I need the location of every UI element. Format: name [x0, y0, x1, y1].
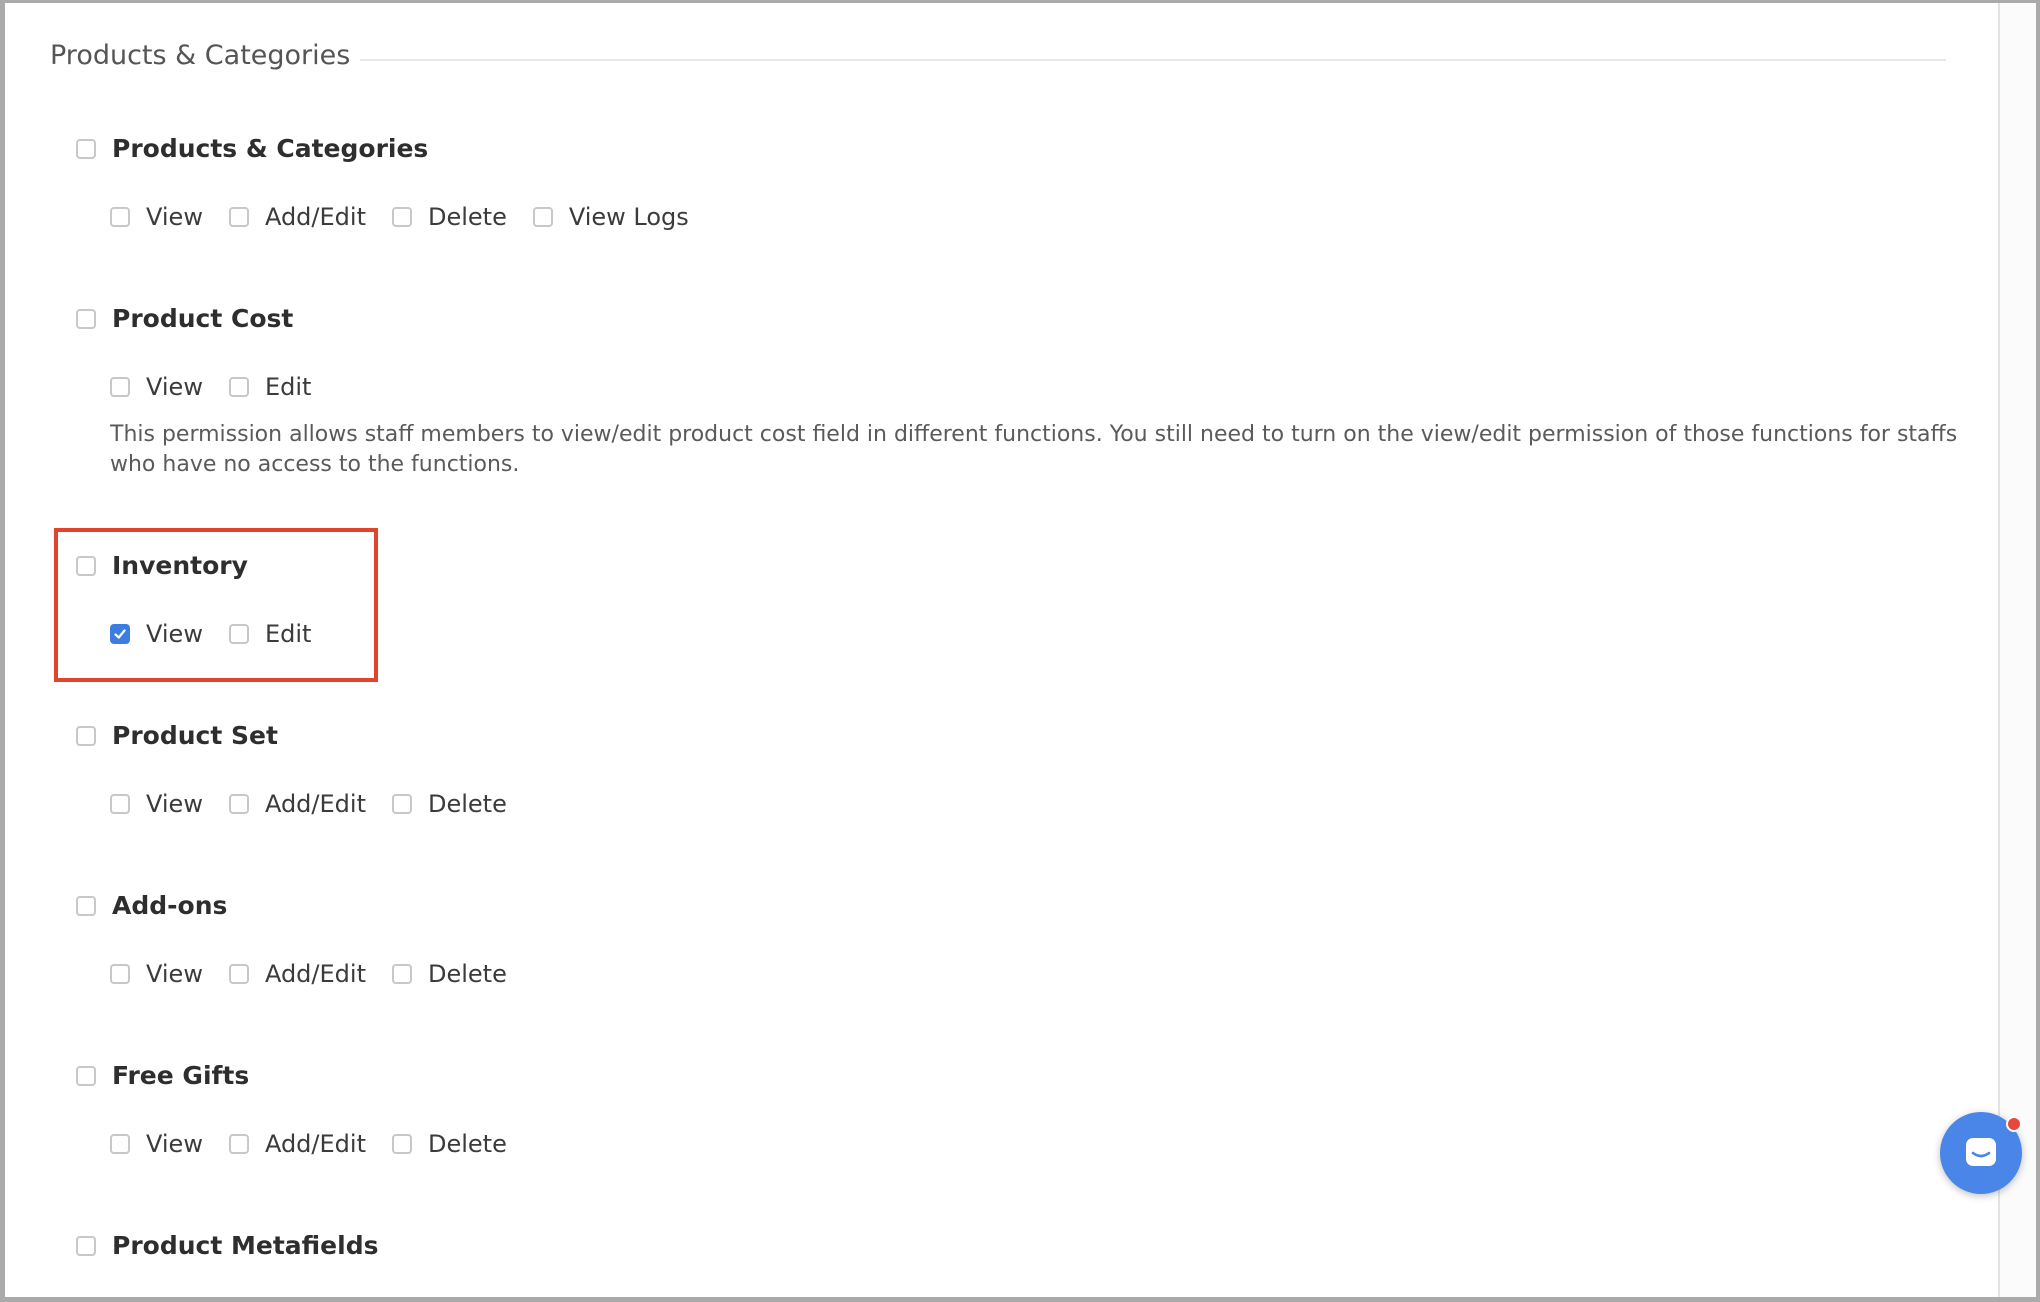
option-checkbox-view-logs[interactable] — [532, 207, 553, 227]
group-checkbox-product-metafields[interactable] — [76, 1235, 96, 1256]
permission-options-inventory: View Edit — [110, 620, 337, 648]
group-checkbox-free-gifts[interactable] — [76, 1065, 96, 1086]
checkmark-icon — [114, 629, 126, 639]
group-checkbox-product-cost[interactable] — [76, 308, 96, 329]
option-view[interactable]: View — [110, 373, 203, 401]
option-label: Delete — [427, 790, 507, 818]
group-label: Add-ons — [112, 891, 228, 920]
option-checkbox-view[interactable] — [110, 1134, 130, 1154]
option-checkbox-delete[interactable] — [391, 794, 412, 814]
permission-group-add-ons: Add-ons — [76, 891, 227, 920]
group-label: Free Gifts — [112, 1061, 250, 1090]
option-checkbox-view[interactable] — [110, 964, 130, 984]
permission-options-product-cost: View Edit — [110, 373, 337, 401]
chat-bubble-icon — [1966, 1138, 1996, 1166]
option-delete[interactable]: Delete — [391, 960, 507, 988]
permission-options-product-set: View Add/Edit Delete — [110, 790, 533, 818]
option-view[interactable]: View — [110, 790, 203, 818]
scrollbar-track[interactable] — [2000, 3, 2036, 1297]
permission-group-inventory: Inventory — [76, 551, 248, 580]
option-delete[interactable]: Delete — [391, 203, 507, 231]
permission-group-product-set: Product Set — [76, 721, 278, 750]
option-label: Delete — [427, 203, 507, 231]
option-checkbox-delete[interactable] — [391, 1134, 412, 1154]
option-label: View — [146, 1130, 203, 1158]
option-edit[interactable]: Edit — [228, 373, 312, 401]
group-checkbox-add-ons[interactable] — [76, 895, 96, 916]
permission-options-add-ons: View Add/Edit Delete — [110, 960, 533, 988]
option-checkbox-view[interactable] — [110, 624, 130, 644]
option-checkbox-add-edit[interactable] — [228, 964, 249, 984]
option-label: Add/Edit — [264, 960, 366, 988]
option-view[interactable]: View — [110, 620, 203, 648]
option-label: Add/Edit — [264, 790, 366, 818]
option-checkbox-view[interactable] — [110, 794, 130, 814]
group-checkbox-product-set[interactable] — [76, 725, 96, 746]
option-add-edit[interactable]: Add/Edit — [228, 203, 366, 231]
option-checkbox-delete[interactable] — [391, 964, 412, 984]
group-label: Product Cost — [112, 304, 294, 333]
permission-group-free-gifts: Free Gifts — [76, 1061, 249, 1090]
group-label: Product Metafields — [112, 1231, 379, 1260]
option-checkbox-view[interactable] — [110, 207, 130, 227]
group-label: Products & Categories — [112, 134, 429, 163]
option-label: Edit — [264, 373, 312, 401]
option-checkbox-add-edit[interactable] — [228, 794, 249, 814]
section-divider — [340, 59, 1946, 61]
option-label: Delete — [427, 1130, 507, 1158]
option-checkbox-view[interactable] — [110, 377, 130, 397]
permission-options-products-categories: View Add/Edit Delete View Logs — [110, 203, 715, 231]
option-checkbox-edit[interactable] — [228, 624, 249, 644]
option-view[interactable]: View — [110, 1130, 203, 1158]
option-label: Add/Edit — [264, 1130, 366, 1158]
option-delete[interactable]: Delete — [391, 790, 507, 818]
option-view[interactable]: View — [110, 960, 203, 988]
option-label: Edit — [264, 620, 312, 648]
option-checkbox-add-edit[interactable] — [228, 207, 249, 227]
permission-note: This permission allows staff members to … — [110, 422, 1958, 477]
option-add-edit[interactable]: Add/Edit — [228, 960, 366, 988]
option-view[interactable]: View — [110, 203, 203, 231]
option-checkbox-add-edit[interactable] — [228, 1134, 249, 1154]
group-label: Product Set — [112, 721, 278, 750]
option-label: View — [146, 620, 203, 648]
option-label: Delete — [427, 960, 507, 988]
permission-group-product-cost: Product Cost — [76, 304, 293, 333]
option-label: View — [146, 790, 203, 818]
notification-dot — [2006, 1116, 2022, 1132]
option-view-logs[interactable]: View Logs — [532, 203, 689, 231]
option-label: View Logs — [568, 203, 689, 231]
permission-group-products-categories: Products & Categories — [76, 134, 428, 163]
permission-group-product-metafields: Product Metafields — [76, 1231, 378, 1260]
option-checkbox-edit[interactable] — [228, 377, 249, 397]
option-label: View — [146, 203, 203, 231]
option-add-edit[interactable]: Add/Edit — [228, 1130, 366, 1158]
group-checkbox-products-categories[interactable] — [76, 138, 96, 159]
section-title: Products & Categories — [50, 40, 361, 71]
group-checkbox-inventory[interactable] — [76, 555, 96, 576]
option-label: View — [146, 373, 203, 401]
option-add-edit[interactable]: Add/Edit — [228, 790, 366, 818]
option-checkbox-delete[interactable] — [391, 207, 412, 227]
option-edit[interactable]: Edit — [228, 620, 312, 648]
option-delete[interactable]: Delete — [391, 1130, 507, 1158]
option-label: View — [146, 960, 203, 988]
group-label: Inventory — [112, 551, 248, 580]
option-label: Add/Edit — [264, 203, 366, 231]
permission-options-free-gifts: View Add/Edit Delete — [110, 1130, 533, 1158]
